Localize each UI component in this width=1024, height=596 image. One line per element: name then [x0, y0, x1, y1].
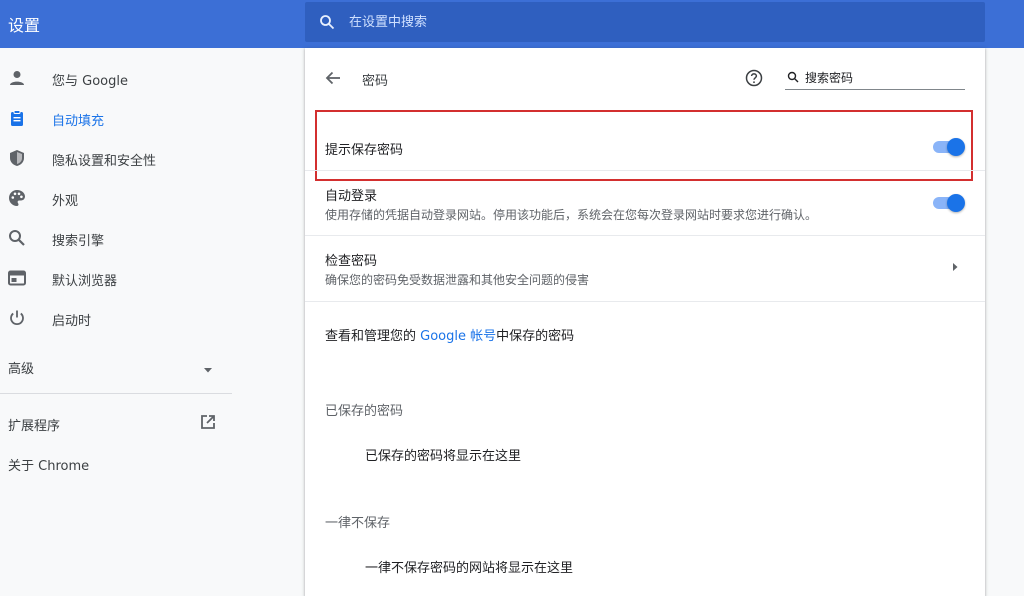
- password-search-box[interactable]: [785, 66, 965, 90]
- sidebar-advanced[interactable]: 高级: [8, 358, 34, 377]
- settings-search-box[interactable]: [305, 2, 985, 42]
- never-saved-empty: 一律不保存密码的网站将显示在这里: [365, 561, 574, 576]
- sidebar-extensions[interactable]: 扩展程序: [8, 415, 60, 434]
- sidebar-item-default-browser[interactable]: 默认浏览器: [0, 260, 232, 296]
- manage-suffix: 中保存的密码: [496, 329, 575, 344]
- divider: [305, 301, 985, 302]
- chevron-right-icon[interactable]: [951, 262, 959, 272]
- manage-prefix: 查看和管理您的: [325, 329, 421, 344]
- sidebar-item-label: 隐私设置和安全性: [52, 154, 157, 169]
- auto-signin-description: 使用存储的凭据自动登录网站。停用该功能后，系统会在您每次登录网站时要求您进行确认…: [325, 208, 818, 222]
- sidebar-item-autofill[interactable]: 自动填充: [0, 100, 232, 136]
- palette-icon: [9, 190, 25, 206]
- open-in-new-icon[interactable]: [200, 414, 216, 430]
- saved-passwords-empty: 已保存的密码将显示在这里: [365, 449, 522, 464]
- passwords-card: 密码 提示保存密码 自动登录 使用存储的凭据自动登录网站。停用该功能后，系统会在…: [305, 48, 985, 596]
- divider: [305, 235, 985, 236]
- clipboard-icon: [11, 110, 23, 126]
- app-title: 设置: [8, 16, 41, 35]
- sidebar-item-label: 外观: [52, 194, 79, 209]
- divider: [305, 170, 985, 171]
- sidebar-divider: [0, 393, 232, 394]
- offer-to-save-label: 提示保存密码: [325, 143, 404, 158]
- sidebar-item-label: 启动时: [52, 314, 92, 329]
- sidebar: 您与 Google 自动填充 隐私设置和安全性 外观 搜索引擎 默认浏览器 启动…: [0, 48, 232, 596]
- sidebar-item-you-and-google[interactable]: 您与 Google: [0, 60, 232, 96]
- search-icon: [787, 71, 799, 83]
- sidebar-item-label: 自动填充: [52, 114, 105, 129]
- shield-icon: [10, 150, 24, 166]
- sidebar-item-privacy[interactable]: 隐私设置和安全性: [0, 140, 232, 176]
- sidebar-item-label: 默认浏览器: [52, 274, 118, 289]
- browser-icon: [8, 270, 26, 286]
- search-icon: [9, 230, 25, 246]
- google-account-link[interactable]: Google 帐号: [420, 329, 496, 344]
- check-passwords-label[interactable]: 检查密码: [325, 250, 377, 269]
- back-arrow-icon[interactable]: [325, 70, 341, 86]
- auto-signin-label: 自动登录: [325, 189, 378, 204]
- page-title: 密码: [362, 74, 389, 89]
- power-icon: [10, 310, 24, 325]
- toggle-knob: [947, 138, 965, 156]
- sidebar-item-appearance[interactable]: 外观: [0, 180, 232, 216]
- settings-search-input[interactable]: [349, 12, 949, 32]
- sidebar-item-search-engine[interactable]: 搜索引擎: [0, 220, 232, 256]
- sidebar-item-label: 您与 Google: [52, 74, 128, 89]
- auto-signin-toggle[interactable]: [933, 194, 965, 212]
- chevron-down-icon[interactable]: [202, 364, 214, 376]
- saved-passwords-heading: 已保存的密码: [325, 404, 404, 419]
- never-saved-heading: 一律不保存: [325, 516, 391, 531]
- sidebar-item-label: 搜索引擎: [52, 234, 105, 249]
- top-bar: 设置: [0, 0, 1024, 48]
- offer-to-save-toggle[interactable]: [933, 138, 965, 156]
- person-icon: [10, 71, 24, 85]
- sidebar-about-chrome[interactable]: 关于 Chrome: [8, 455, 89, 474]
- search-icon: [320, 15, 335, 30]
- password-search-input[interactable]: [805, 69, 960, 87]
- toggle-knob: [947, 194, 965, 212]
- sidebar-item-on-startup[interactable]: 启动时: [0, 300, 232, 336]
- help-icon[interactable]: [745, 69, 763, 87]
- manage-passwords-line: 查看和管理您的 Google 帐号中保存的密码: [325, 325, 574, 344]
- check-passwords-description: 确保您的密码免受数据泄露和其他安全问题的侵害: [325, 273, 590, 287]
